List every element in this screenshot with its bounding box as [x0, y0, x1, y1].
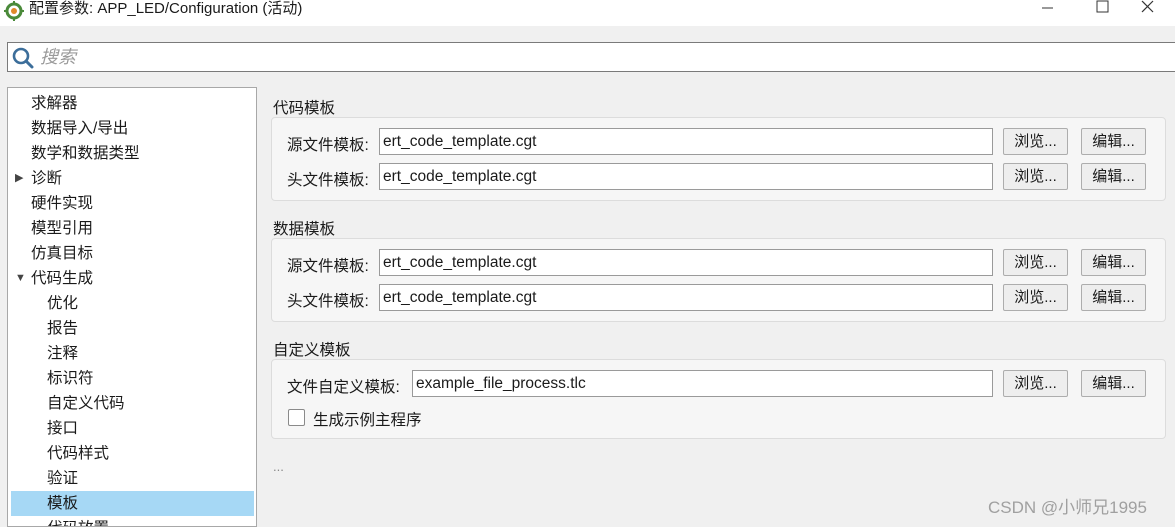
- data-header-browse-button[interactable]: 浏览...: [1003, 284, 1068, 311]
- custom-browse-button[interactable]: 浏览...: [1003, 370, 1068, 397]
- expand-arrow-icon[interactable]: ▶: [15, 166, 23, 191]
- tree-item-optimization[interactable]: 优化: [11, 291, 254, 316]
- app-icon: [4, 1, 24, 21]
- source-template-label: 源文件模板:: [287, 258, 369, 275]
- tree-item-comments[interactable]: 注释: [11, 341, 254, 366]
- tree-item-label: 模型引用: [31, 220, 94, 237]
- search-bar: [7, 42, 1175, 72]
- minimize-button[interactable]: [1027, 0, 1067, 22]
- tree-item-code-gen[interactable]: ▼ 代码生成: [11, 266, 254, 291]
- tree-item-hardware[interactable]: 硬件实现: [11, 191, 254, 216]
- tree-item-diagnostics[interactable]: ▶ 诊断: [11, 166, 254, 191]
- tree-item-label: 求解器: [31, 95, 78, 112]
- data-header-edit-button[interactable]: 编辑...: [1081, 284, 1146, 311]
- tree-item-code-style[interactable]: 代码样式: [11, 441, 254, 466]
- header-template-label: 头文件模板:: [287, 172, 369, 189]
- tree-item-model-ref[interactable]: 模型引用: [11, 216, 254, 241]
- code-source-browse-button[interactable]: 浏览...: [1003, 128, 1068, 155]
- more-indicator: ...: [273, 459, 284, 474]
- section-title-custom-templates: 自定义模板: [273, 342, 351, 359]
- tree-item-label: 代码样式: [47, 445, 110, 462]
- close-icon: [1141, 0, 1154, 13]
- config-tree: 求解器 数据导入/导出 数学和数据类型 ▶ 诊断 硬件实现 模型引用 仿真目标 …: [7, 87, 257, 527]
- tree-item-solver[interactable]: 求解器: [11, 91, 254, 116]
- file-custom-template-label: 文件自定义模板:: [287, 379, 400, 396]
- tree-item-math-types[interactable]: 数学和数据类型: [11, 141, 254, 166]
- maximize-button[interactable]: [1083, 0, 1123, 22]
- code-source-template-field[interactable]: ert_code_template.cgt: [379, 128, 993, 155]
- code-header-template-field[interactable]: ert_code_template.cgt: [379, 163, 993, 190]
- tree-item-label: 接口: [47, 420, 79, 437]
- tree-item-report[interactable]: 报告: [11, 316, 254, 341]
- maximize-icon: [1096, 0, 1109, 13]
- tree-item-label: 代码生成: [31, 270, 94, 287]
- tree-item-label: 诊断: [31, 170, 63, 187]
- tree-item-label: 数学和数据类型: [31, 145, 140, 162]
- tree-item-label: 模板: [47, 495, 79, 512]
- search-icon[interactable]: [12, 47, 36, 73]
- minimize-icon: [1042, 7, 1053, 9]
- search-input[interactable]: [40, 45, 940, 69]
- code-header-edit-button[interactable]: 编辑...: [1081, 163, 1146, 190]
- data-source-edit-button[interactable]: 编辑...: [1081, 249, 1146, 276]
- tree-item-label: 数据导入/导出: [31, 120, 129, 137]
- generate-example-main-checkbox[interactable]: [288, 409, 305, 426]
- code-source-edit-button[interactable]: 编辑...: [1081, 128, 1146, 155]
- tree-item-interface[interactable]: 接口: [11, 416, 254, 441]
- tree-item-identifiers[interactable]: 标识符: [11, 366, 254, 391]
- tree-item-label: 标识符: [47, 370, 94, 387]
- data-source-browse-button[interactable]: 浏览...: [1003, 249, 1068, 276]
- tree-item-label: 报告: [47, 320, 79, 337]
- tree-item-label: 验证: [47, 470, 79, 487]
- header-template-label: 头文件模板:: [287, 293, 369, 310]
- section-title-code-templates: 代码模板: [273, 100, 336, 117]
- tree-item-sim-target[interactable]: 仿真目标: [11, 241, 254, 266]
- tree-item-templates[interactable]: 模板: [11, 491, 254, 516]
- tree-item-label: 注释: [47, 345, 79, 362]
- tree-item-custom-code[interactable]: 自定义代码: [11, 391, 254, 416]
- code-header-browse-button[interactable]: 浏览...: [1003, 163, 1068, 190]
- tree-item-label: 自定义代码: [47, 395, 125, 412]
- tree-item-data-io[interactable]: 数据导入/导出: [11, 116, 254, 141]
- custom-edit-button[interactable]: 编辑...: [1081, 370, 1146, 397]
- file-custom-template-field[interactable]: example_file_process.tlc: [412, 370, 993, 397]
- tree-item-label: 优化: [47, 295, 79, 312]
- data-header-template-field[interactable]: ert_code_template.cgt: [379, 284, 993, 311]
- window-title: 配置参数: APP_LED/Configuration (活动): [29, 0, 303, 17]
- watermark: CSDN @小师兄1995: [988, 498, 1147, 517]
- data-source-template-field[interactable]: ert_code_template.cgt: [379, 249, 993, 276]
- generate-example-main-label: 生成示例主程序: [313, 412, 422, 429]
- collapse-arrow-icon[interactable]: ▼: [15, 266, 26, 291]
- tree-item-label: 仿真目标: [31, 245, 94, 262]
- tree-item-verification[interactable]: 验证: [11, 466, 254, 491]
- close-button[interactable]: [1130, 0, 1170, 22]
- source-template-label: 源文件模板:: [287, 137, 369, 154]
- tree-item-label: 硬件实现: [31, 195, 94, 212]
- section-title-data-templates: 数据模板: [273, 221, 336, 238]
- title-bar: 配置参数: APP_LED/Configuration (活动): [0, 0, 1175, 26]
